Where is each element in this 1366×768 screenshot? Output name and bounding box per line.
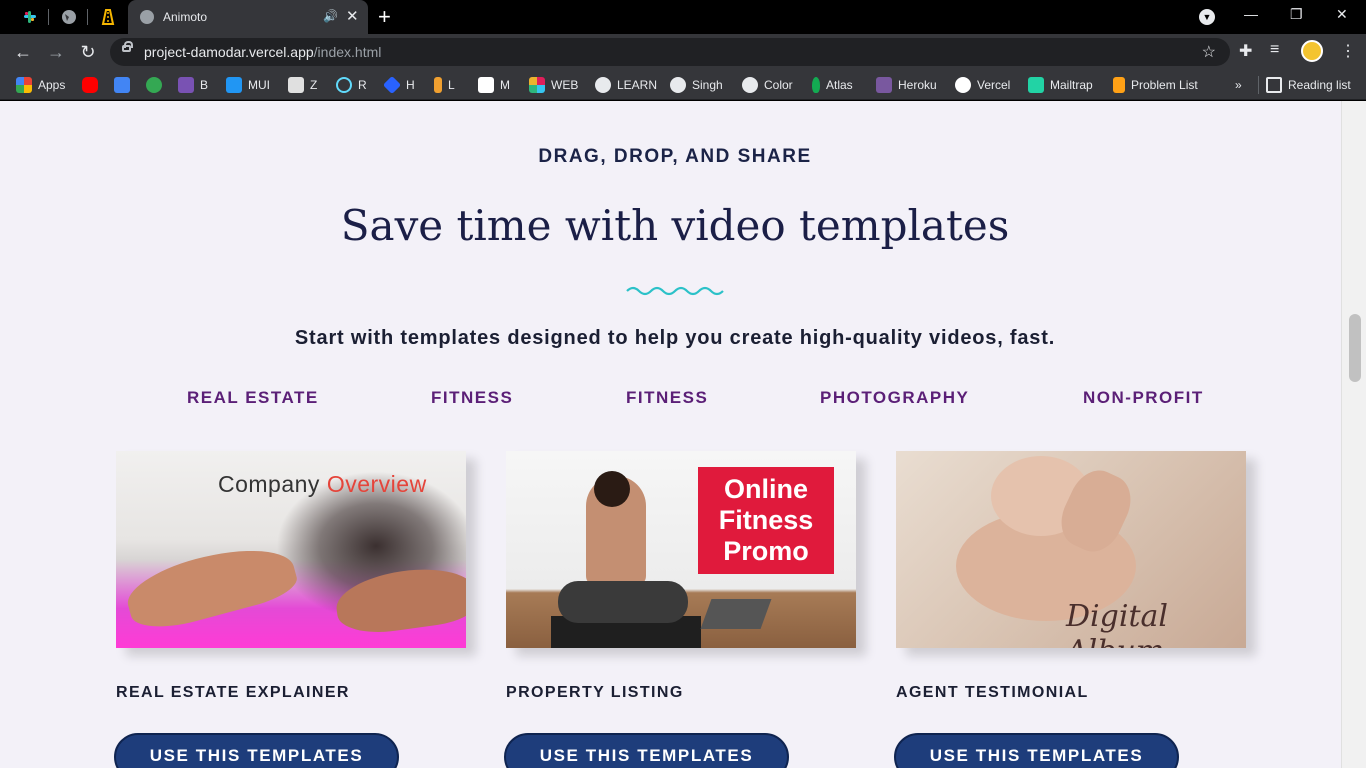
bookmarks-overflow-icon[interactable]: » bbox=[1235, 76, 1242, 94]
bookmark-atlas[interactable]: Atlas bbox=[812, 76, 853, 94]
mui-icon bbox=[226, 77, 242, 93]
wave-divider-icon bbox=[626, 286, 724, 296]
lock-icon[interactable] bbox=[122, 41, 133, 52]
close-tab-icon[interactable]: ✕ bbox=[346, 7, 359, 25]
globe-icon bbox=[742, 77, 758, 93]
category-non-profit[interactable]: NON-PROFIT bbox=[1083, 388, 1204, 408]
use-template-button[interactable]: USE THIS TEMPLATES bbox=[114, 733, 399, 768]
globe-icon bbox=[140, 10, 154, 24]
bootstrap-icon bbox=[178, 77, 194, 93]
bookmark-h[interactable]: H bbox=[382, 75, 415, 95]
active-tab[interactable]: Animoto 🔊 ✕ bbox=[128, 0, 368, 34]
bookmark-counter[interactable] bbox=[146, 76, 162, 94]
scrollbar[interactable] bbox=[1341, 101, 1366, 768]
apps-grid-icon bbox=[16, 77, 32, 93]
zoho-icon bbox=[288, 77, 304, 93]
bookmark-learn[interactable]: LEARN bbox=[595, 76, 657, 94]
tab-title: Animoto bbox=[163, 10, 208, 24]
bookmark-vercel[interactable]: Vercel bbox=[955, 76, 1010, 94]
media-control-icon[interactable]: ≡ bbox=[1270, 41, 1279, 59]
thumbnail-caption: Online Fitness Promo bbox=[698, 467, 834, 574]
bookmark-mui[interactable]: MUI bbox=[226, 76, 270, 94]
globe-icon bbox=[595, 77, 611, 93]
tab-separator bbox=[87, 9, 88, 25]
bookmark-r[interactable]: R bbox=[336, 76, 367, 94]
slack-tab-icon[interactable] bbox=[19, 6, 41, 28]
scrollbar-thumb[interactable] bbox=[1349, 314, 1361, 382]
close-window-icon[interactable]: ✕ bbox=[1336, 6, 1348, 23]
category-fitness[interactable]: FITNESS bbox=[626, 388, 708, 408]
slack-icon bbox=[529, 77, 545, 93]
back-icon[interactable]: ← bbox=[12, 41, 34, 63]
bookmark-web[interactable]: WEB bbox=[529, 76, 578, 94]
counter-icon bbox=[146, 77, 162, 93]
bookmark-heroku[interactable]: Heroku bbox=[876, 76, 937, 94]
reading-list-icon bbox=[1266, 77, 1282, 93]
github-icon bbox=[670, 77, 686, 93]
template-thumbnail-fitness-promo[interactable]: Online Fitness Promo bbox=[506, 451, 856, 648]
google-translate-icon bbox=[114, 77, 130, 93]
vercel-icon bbox=[955, 77, 971, 93]
leetcode-icon bbox=[1113, 77, 1125, 93]
menu-kebab-icon[interactable]: ⋮ bbox=[1340, 41, 1356, 61]
bookmark-star-icon[interactable]: ☆ bbox=[1202, 42, 1216, 62]
tab-separator bbox=[48, 9, 49, 25]
thumbnail-caption: Digital Album bbox=[1066, 599, 1168, 648]
template-thumbnail-company-overview[interactable]: Company Overview bbox=[116, 451, 466, 648]
template-title: AGENT TESTIMONIAL bbox=[896, 684, 1089, 701]
divider bbox=[1258, 76, 1259, 94]
bookmark-apps[interactable]: Apps bbox=[16, 76, 65, 94]
bookmark-b[interactable]: B bbox=[178, 76, 208, 94]
road-tab-icon[interactable] bbox=[97, 6, 119, 28]
bookmark-translate[interactable] bbox=[114, 76, 130, 94]
tab-search-icon[interactable]: ▼ bbox=[1199, 9, 1215, 25]
address-bar[interactable]: project-damodar.vercel.app/index.html ☆ bbox=[110, 38, 1230, 66]
template-title: REAL ESTATE EXPLAINER bbox=[116, 684, 350, 701]
url-text[interactable]: project-damodar.vercel.app/index.html bbox=[144, 44, 381, 60]
browser-toolbar: ← → ↻ project-damodar.vercel.app/index.h… bbox=[0, 34, 1366, 70]
section-eyebrow: DRAG, DROP, AND SHARE bbox=[538, 146, 812, 167]
mongodb-icon bbox=[812, 77, 820, 93]
forward-icon[interactable]: → bbox=[45, 41, 67, 63]
globe-tab-icon[interactable] bbox=[58, 6, 80, 28]
section-subhead: Start with templates designed to help yo… bbox=[294, 327, 1056, 349]
section-headline: Save time with video templates bbox=[340, 201, 1010, 250]
bookmark-z[interactable]: Z bbox=[288, 76, 317, 94]
heroku-icon bbox=[876, 77, 892, 93]
use-template-button[interactable]: USE THIS TEMPLATES bbox=[894, 733, 1179, 768]
new-tab-button[interactable]: + bbox=[378, 4, 391, 30]
linktree-icon bbox=[434, 77, 442, 93]
bookmark-problem-list[interactable]: Problem List bbox=[1113, 76, 1198, 94]
mailtrap-icon bbox=[1028, 77, 1044, 93]
bookmark-m[interactable]: M bbox=[478, 76, 510, 94]
template-thumbnail-digital-album[interactable]: Digital Album bbox=[896, 451, 1246, 648]
template-title: PROPERTY LISTING bbox=[506, 684, 684, 701]
bookmark-color[interactable]: Color bbox=[742, 76, 793, 94]
speaker-icon[interactable]: 🔊 bbox=[323, 9, 338, 23]
bookmark-youtube[interactable] bbox=[82, 76, 98, 94]
restore-icon[interactable]: ❐ bbox=[1290, 6, 1303, 23]
minimize-icon[interactable]: — bbox=[1244, 6, 1258, 22]
bookmark-singh[interactable]: Singh bbox=[670, 76, 723, 94]
reading-list-button[interactable]: Reading list bbox=[1266, 76, 1351, 94]
thumbnail-caption: Company Overview bbox=[218, 471, 427, 497]
bookmark-l[interactable]: L bbox=[434, 76, 455, 94]
bookmark-mailtrap[interactable]: Mailtrap bbox=[1028, 76, 1093, 94]
react-icon bbox=[336, 77, 352, 93]
extensions-icon[interactable]: ✚ bbox=[1239, 41, 1252, 61]
use-template-button[interactable]: USE THIS TEMPLATES bbox=[504, 733, 789, 768]
hashnode-icon bbox=[382, 75, 402, 95]
tab-strip: Animoto 🔊 ✕ + ▼ — ❐ ✕ bbox=[0, 0, 1366, 34]
web-page: DRAG, DROP, AND SHARE Save time with vid… bbox=[0, 101, 1366, 768]
avatar[interactable] bbox=[1301, 40, 1323, 62]
category-photography[interactable]: PHOTOGRAPHY bbox=[820, 388, 969, 408]
medium-icon bbox=[478, 77, 494, 93]
youtube-icon bbox=[82, 77, 98, 93]
category-fitness[interactable]: FITNESS bbox=[431, 388, 513, 408]
bookmarks-bar: Apps B MUI Z R H L M WEB LEARN Singh Col… bbox=[0, 70, 1366, 100]
category-real-estate[interactable]: REAL ESTATE bbox=[187, 388, 319, 408]
reload-icon[interactable]: ↻ bbox=[77, 41, 99, 63]
